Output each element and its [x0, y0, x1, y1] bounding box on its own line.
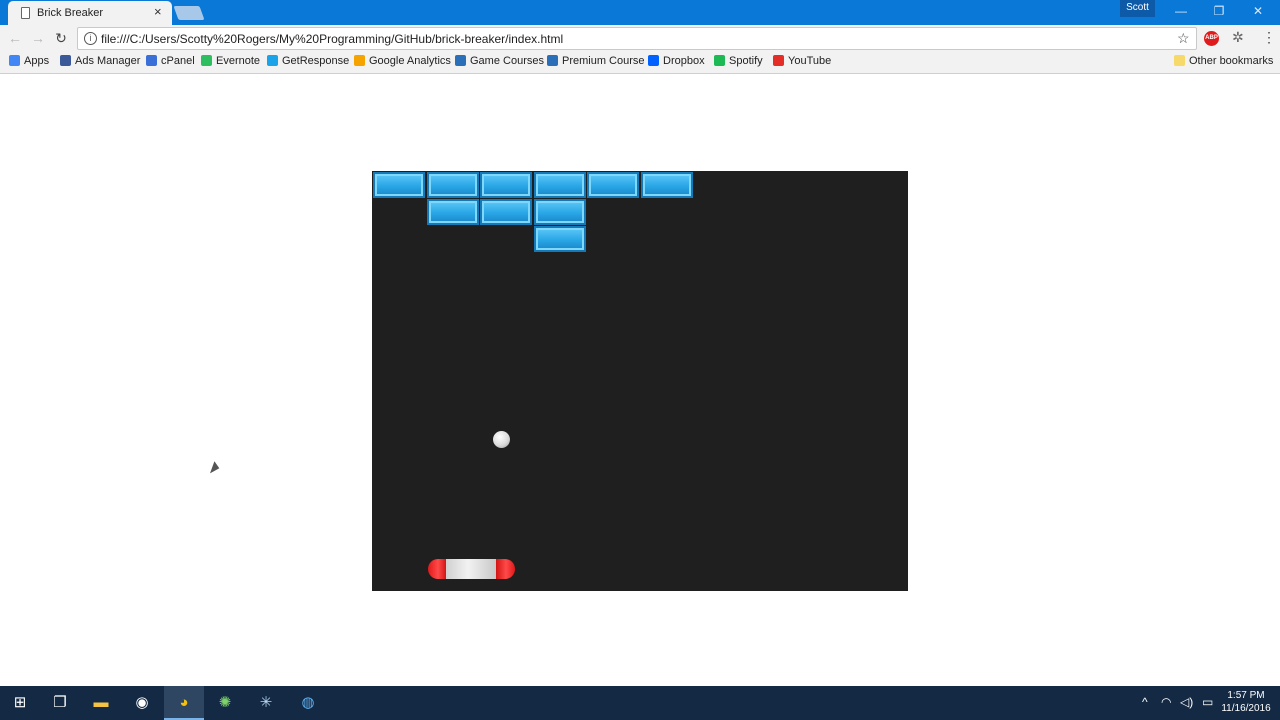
bookmark-item[interactable]: YouTube: [773, 55, 831, 67]
clock-time: 1:57 PM: [1227, 690, 1265, 701]
minimize-button[interactable]: —: [1171, 4, 1191, 18]
address-bar[interactable]: i file:///C:/Users/Scotty%20Rogers/My%20…: [77, 27, 1197, 50]
menu-icon[interactable]: ⋮: [1262, 29, 1276, 46]
paddle: [428, 559, 515, 579]
bookmark-item[interactable]: Evernote: [201, 55, 260, 67]
bookmark-label: GetResponse: [282, 55, 350, 67]
chat-app-icon[interactable]: ◍: [288, 686, 328, 720]
task-view-icon[interactable]: ❐: [40, 686, 80, 720]
bookmark-label: Apps: [24, 55, 50, 67]
brick: [587, 172, 639, 198]
brick: [533, 172, 586, 198]
browser-tab[interactable]: Brick Breaker ×: [8, 1, 172, 25]
other-bookmarks-folder[interactable]: Other bookmarks: [1174, 55, 1273, 67]
bookmark-label: Evernote: [216, 55, 261, 67]
bookmark-favicon-icon: [146, 55, 157, 66]
bookmark-favicon-icon: [648, 55, 659, 66]
adblock-icon[interactable]: ABP: [1204, 31, 1219, 46]
brick: [480, 172, 532, 198]
brick: [533, 225, 586, 252]
bookmark-label: Spotify: [729, 55, 763, 67]
restore-button[interactable]: ❐: [1209, 4, 1229, 18]
bookmark-item[interactable]: Spotify: [714, 55, 763, 67]
bookmark-favicon-icon: [714, 55, 725, 66]
info-icon[interactable]: i: [84, 32, 97, 45]
other-bookmarks-label: Other bookmarks: [1189, 55, 1274, 67]
profile-button[interactable]: Scott: [1120, 0, 1155, 17]
bookmarks-bar: Apps Ads Manager cPanel Evernote GetResponse…: [0, 52, 1280, 74]
title-bar: Brick Breaker × Scott — ❐ ✕: [0, 0, 1280, 25]
url-text[interactable]: file:///C:/Users/Scotty%20Rogers/My%20Pr…: [101, 32, 563, 46]
brick: [480, 198, 532, 225]
bookmark-item[interactable]: Apps: [9, 55, 49, 67]
bookmark-favicon-icon: [455, 55, 466, 66]
brick: [640, 172, 693, 198]
start-button[interactable]: ⊞: [0, 686, 40, 720]
folder-icon: [1174, 55, 1185, 66]
bookmark-item[interactable]: cPanel: [146, 55, 195, 67]
document-icon: [21, 7, 30, 19]
bookmark-item[interactable]: Premium Course: [547, 55, 645, 67]
bookmark-favicon-icon: [9, 55, 20, 66]
volume-icon[interactable]: ◁): [1180, 695, 1193, 709]
obs-icon[interactable]: ◉: [122, 686, 162, 720]
bookmark-label: Premium Course: [562, 55, 645, 67]
notifications-icon[interactable]: ▭: [1202, 695, 1213, 709]
forward-button[interactable]: →: [30, 30, 46, 46]
brick: [426, 172, 479, 198]
brick: [533, 198, 586, 225]
back-button[interactable]: ←: [7, 30, 23, 46]
bookmark-favicon-icon: [267, 55, 278, 66]
bookmark-label: Ads Manager: [75, 55, 141, 67]
extension-icon[interactable]: ✲: [1232, 29, 1244, 46]
game-canvas[interactable]: [372, 171, 908, 591]
bookmark-favicon-icon: [354, 55, 365, 66]
brick: [426, 198, 479, 225]
bookmark-label: Dropbox: [663, 55, 705, 67]
app-globe-icon[interactable]: ✺: [205, 686, 245, 720]
bookmark-label: cPanel: [161, 55, 195, 67]
bookmark-item[interactable]: Ads Manager: [60, 55, 140, 67]
network-icon[interactable]: ◠: [1161, 695, 1171, 709]
reload-button[interactable]: ↻: [53, 30, 69, 47]
bookmark-item[interactable]: Google Analytics: [354, 55, 451, 67]
clock-date: 11/16/2016: [1221, 703, 1271, 714]
file-explorer-icon[interactable]: ▬: [81, 686, 121, 720]
tray-expand-icon[interactable]: ^: [1142, 695, 1148, 709]
brick: [373, 172, 425, 198]
bookmark-star-icon[interactable]: ☆: [1177, 30, 1190, 47]
new-tab-button[interactable]: [173, 6, 205, 20]
system-clock[interactable]: 1:57 PM 11/16/2016: [1218, 689, 1274, 715]
bookmark-item[interactable]: Dropbox: [648, 55, 705, 67]
bookmark-label: Game Courses: [470, 55, 544, 67]
app-network-icon[interactable]: ✳: [246, 686, 286, 720]
ball: [493, 431, 510, 448]
browser-toolbar: ← → ↻ i file:///C:/Users/Scotty%20Rogers…: [0, 25, 1280, 52]
bookmark-label: Google Analytics: [369, 55, 451, 67]
bookmark-label: YouTube: [788, 55, 832, 67]
tab-title: Brick Breaker: [37, 7, 104, 19]
bookmark-item[interactable]: GetResponse: [267, 55, 349, 67]
bookmark-favicon-icon: [201, 55, 212, 66]
close-window-button[interactable]: ✕: [1248, 4, 1268, 18]
mouse-cursor-icon: [209, 461, 222, 476]
bookmark-favicon-icon: [773, 55, 784, 66]
bookmark-favicon-icon: [547, 55, 558, 66]
chrome-icon[interactable]: ◕: [164, 686, 204, 720]
taskbar: ⊞ ❐ ▬ ◉ ◕ ✺ ✳ ◍ ^ ◠ ◁) ▭ 1:57 PM 11/16/2…: [0, 686, 1280, 720]
tab-close-button[interactable]: ×: [154, 5, 162, 19]
bookmark-item[interactable]: Game Courses: [455, 55, 544, 67]
bookmark-favicon-icon: [60, 55, 71, 66]
